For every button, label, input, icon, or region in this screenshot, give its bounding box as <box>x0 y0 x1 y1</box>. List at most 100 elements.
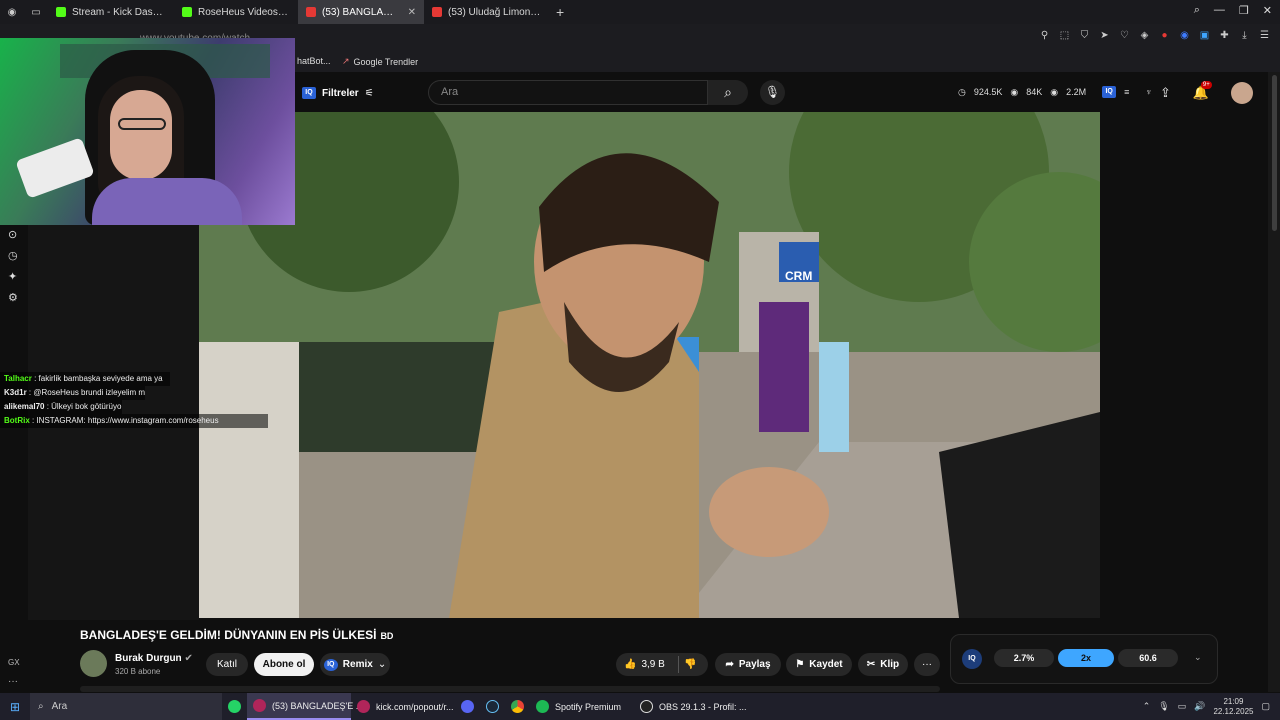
kick-icon <box>182 7 192 17</box>
channel-avatar[interactable] <box>80 650 107 677</box>
chevron-down-icon[interactable]: ⌄ <box>1194 652 1202 663</box>
remix-button[interactable]: IQ Remix ⌄ <box>320 653 390 676</box>
new-tab-button[interactable]: + <box>550 4 570 20</box>
download-icon[interactable]: ⤓ <box>1239 30 1250 41</box>
taskbar-item-obs[interactable]: OBS 29.1.3 - Profil: ... <box>634 693 747 720</box>
send-icon[interactable]: ➤ <box>1099 30 1110 41</box>
extension-blue-icon[interactable]: ◉ <box>1179 30 1190 41</box>
tab-label: (53) BANGLADEŞ'E G <box>322 6 396 18</box>
video-title-text: BANGLADEŞ'E GELDİM! DÜNYANIN EN PİS ÜLKE… <box>80 628 377 642</box>
bookmark-chatbot[interactable]: hatBot... <box>297 56 331 66</box>
restore-icon[interactable]: ❐ <box>1239 4 1249 17</box>
extension-icon[interactable]: ◈ <box>1139 30 1150 41</box>
puzzle-icon[interactable]: ✚ <box>1219 30 1230 41</box>
more-actions-button[interactable]: ··· <box>914 653 940 676</box>
like-count: 3,9 B <box>641 659 665 670</box>
youtube-icon <box>306 7 316 17</box>
steam-icon[interactable] <box>480 693 505 720</box>
chat-user: alikemal70 <box>4 402 45 411</box>
windows-start-icon[interactable]: ⊞ <box>0 700 30 714</box>
network-icon[interactable]: ▭ <box>1178 701 1187 712</box>
gx-label[interactable]: GX <box>8 658 20 667</box>
chat-line: Talhacr : fakirlik bambaşka seviyede ama… <box>0 372 170 386</box>
eye-icon: ◉ <box>1050 86 1059 97</box>
sidebar-toggle-icon[interactable]: ▭ <box>24 7 48 18</box>
taskbar-search-label: Ara <box>51 701 68 712</box>
screenshot-icon[interactable]: ⬚ <box>1059 30 1070 41</box>
speed-left[interactable]: 2.7% <box>994 649 1054 667</box>
menu-icon[interactable]: ☰ <box>1259 30 1270 41</box>
tab-uludag-limonata[interactable]: (53) Uludağ Limonata | Se <box>424 0 550 24</box>
chevron-up-icon[interactable]: ⌃ <box>1143 701 1151 712</box>
webcam-overlay <box>0 38 295 225</box>
close-window-icon[interactable]: ✕ <box>1263 4 1272 17</box>
iq-icon[interactable]: IQ <box>1102 86 1117 98</box>
thumbs-down-icon[interactable]: 👎 <box>684 659 696 670</box>
chat-message: @RoseHeus brundi izleyelim mi <box>33 388 145 397</box>
like-button[interactable]: 👍 3,9 B 👎 <box>616 653 708 676</box>
microphone-icon[interactable]: 🎙 <box>1158 701 1169 712</box>
tab-bangladese[interactable]: (53) BANGLADEŞ'E G ✕ <box>298 0 424 24</box>
history-icon[interactable]: ◷ <box>8 249 18 262</box>
minimize-icon[interactable]: — <box>1214 4 1225 17</box>
speed-active[interactable]: 2x <box>1058 649 1114 667</box>
notifications-button[interactable]: 🔔 9+ <box>1193 81 1212 101</box>
notification-icon[interactable]: ▢ <box>1261 701 1270 712</box>
bookmark-google-trends[interactable]: ↗ Google Trendler <box>342 56 418 67</box>
more-icon[interactable]: ··· <box>8 676 18 687</box>
video-player[interactable]: CRM <box>199 112 1100 618</box>
filters-button[interactable]: IQ Filtreler ⚟ <box>302 83 374 103</box>
settings-icon[interactable]: ⚙ <box>8 291 18 304</box>
taskbar-search[interactable]: ⌕ Ara <box>30 693 222 720</box>
save-button[interactable]: ⚑ Kaydet <box>786 653 852 676</box>
clock[interactable]: 21:09 22.12.2025 <box>1213 697 1253 717</box>
clip-button[interactable]: ✂ Klip <box>858 653 908 676</box>
avatar[interactable] <box>1231 82 1254 104</box>
search-input[interactable]: Ara <box>428 80 708 105</box>
tab-kick-dashboard[interactable]: Stream - Kick Dashboard <box>48 0 174 24</box>
channel-name[interactable]: Burak Durgun ✔ <box>115 653 193 664</box>
video-title: BANGLADEŞ'E GELDİM! DÜNYANIN EN PİS ÜLKE… <box>80 628 393 642</box>
discord-icon[interactable] <box>455 693 480 720</box>
extension-icon[interactable]: ✦ <box>8 270 18 283</box>
clock-time: 21:09 <box>1223 696 1244 706</box>
play-circle-icon[interactable]: ⊙ <box>8 228 18 241</box>
taskbar-item-youtube[interactable]: (53) BANGLADEŞ'E ... <box>247 693 363 720</box>
bookmark-label: Google Trendler <box>353 56 419 67</box>
bookmark-icon: ⚑ <box>795 659 805 670</box>
upload-icon[interactable]: ⇪ <box>1160 85 1171 101</box>
scrollbar-thumb[interactable] <box>1272 75 1277 231</box>
trophy-icon[interactable]: ♆ <box>1145 87 1152 97</box>
voice-search-button[interactable]: 🎙 <box>760 80 785 105</box>
heart-icon[interactable]: ♡ <box>1119 30 1130 41</box>
speed-right[interactable]: 60.6 <box>1118 649 1178 667</box>
browser-tab-bar: ◉ ▭ Stream - Kick Dashboard RoseHeus Vid… <box>0 0 1280 24</box>
right-background <box>1100 112 1268 618</box>
chrome-icon[interactable] <box>505 693 530 720</box>
search-icon[interactable]: ⌕ <box>1194 4 1200 17</box>
volume-icon[interactable]: 🔊 <box>1194 701 1205 712</box>
subscribe-button[interactable]: Abone ol <box>254 653 314 676</box>
taskbar-item-kick[interactable]: kick.com/popout/r... <box>351 693 455 720</box>
browser-menu-icon[interactable]: ◉ <box>0 7 24 18</box>
webcam-glasses <box>118 118 166 130</box>
iq-icon[interactable]: IQ <box>962 649 982 669</box>
search-button[interactable]: ⌕ <box>708 80 748 105</box>
share-label: Paylaş <box>738 659 771 670</box>
extension-iq-icon[interactable]: ▣ <box>1199 30 1210 41</box>
taskbar-item-spotify[interactable]: Spotify Premium <box>530 693 634 720</box>
stat-value: 924.5K <box>973 87 1003 97</box>
taskbar-item-label: (53) BANGLADEŞ'E ... <box>272 700 364 711</box>
pin-icon[interactable]: ⚲ <box>1039 30 1050 41</box>
obs-icon <box>640 700 653 713</box>
join-button[interactable]: Katıl <box>206 653 248 676</box>
share-button[interactable]: ➦ Paylaş <box>715 653 781 676</box>
opera-gx-icon <box>357 700 370 713</box>
extension-red-icon[interactable]: ● <box>1159 30 1170 41</box>
shield-icon[interactable]: ⛉ <box>1079 30 1090 41</box>
close-tab-icon[interactable]: ✕ <box>408 7 416 18</box>
whatsapp-icon[interactable] <box>222 693 247 720</box>
list-icon[interactable]: ≡ <box>1124 87 1129 97</box>
tab-roseheus-videos[interactable]: RoseHeus Videos - Watc <box>174 0 298 24</box>
youtube-icon <box>432 7 442 17</box>
